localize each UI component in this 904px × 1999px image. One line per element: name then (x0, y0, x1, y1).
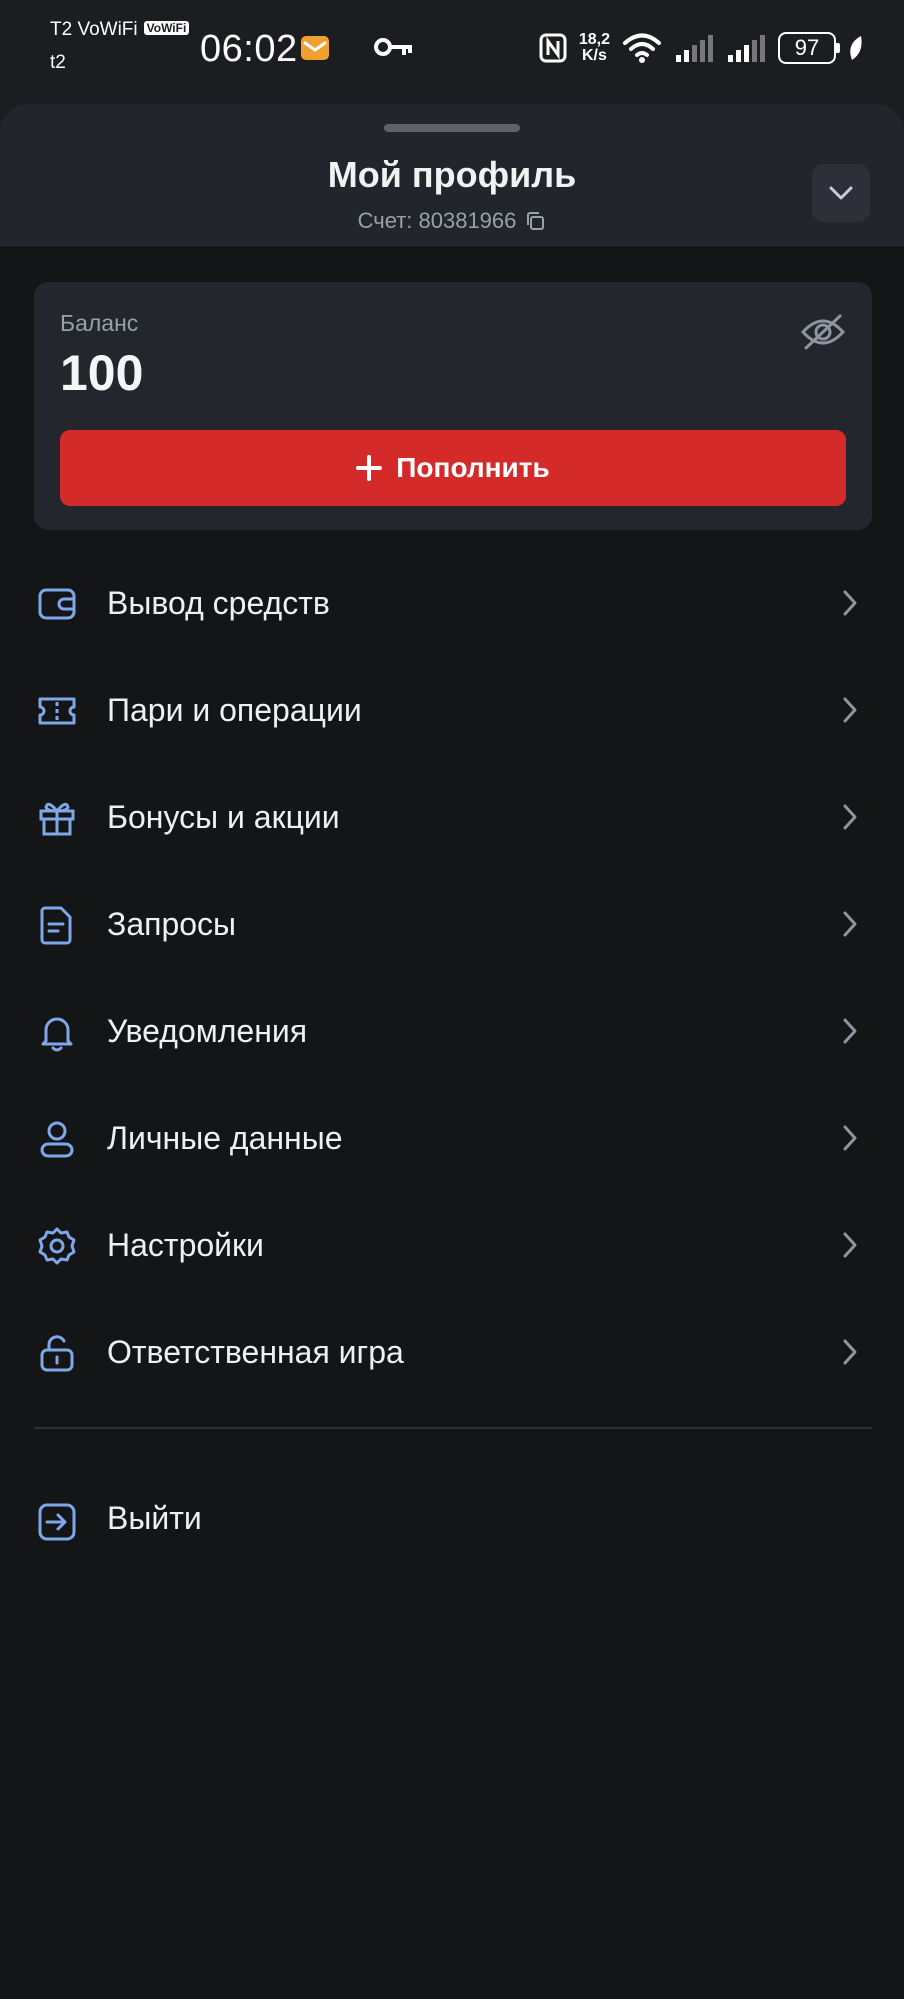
chevron-right-icon (843, 1125, 857, 1151)
menu-divider (34, 1427, 872, 1429)
clock: 06:02 (200, 28, 298, 70)
menu-item-label: Уведомления (107, 1013, 308, 1049)
chevron-down-icon (829, 186, 853, 200)
ticket-icon (38, 697, 76, 725)
topup-label: Пополнить (396, 452, 550, 483)
battery-icon: 97 (778, 32, 840, 64)
nfc-icon (539, 33, 567, 63)
gear-icon (38, 1227, 76, 1265)
wallet-icon (38, 588, 76, 620)
carrier-label: T2 VoWiFi VoWiFi (50, 19, 190, 40)
chevron-right-icon (843, 804, 857, 830)
chevron-right-icon (843, 1232, 857, 1258)
vpn-key-icon (374, 38, 412, 56)
user-icon (40, 1121, 74, 1158)
menu-item-bets[interactable]: Пари и операции (0, 657, 904, 764)
menu-item-responsible-gaming[interactable]: Ответственная игра (0, 1299, 904, 1406)
balance-label: Баланс (60, 310, 139, 336)
status-icons: 18,2 K/s 97 (539, 28, 864, 68)
network-speed-value: 18,2 (578, 31, 610, 48)
logout-label: Выйти (107, 1499, 202, 1536)
wifi-icon (623, 33, 661, 63)
chevron-right-icon (843, 1018, 857, 1044)
menu-item-label: Настройки (107, 1227, 264, 1263)
menu-item-notifications[interactable]: Уведомления (0, 978, 904, 1085)
gift-icon (39, 802, 75, 836)
logout-icon (38, 1503, 76, 1541)
hide-balance-eye-icon[interactable] (800, 312, 846, 352)
network-speed: 18,2 K/s (579, 32, 610, 64)
collapse-button[interactable] (812, 164, 870, 222)
menu-item-bonuses[interactable]: Бонусы и акции (0, 764, 904, 871)
topup-button[interactable]: Пополнить (60, 430, 846, 506)
account-label: Счет: 80381966 (357, 208, 517, 233)
menu-item-requests[interactable]: Запросы (0, 871, 904, 978)
chevron-right-icon (843, 590, 857, 616)
document-icon (40, 906, 72, 945)
menu-item-label: Пари и операции (107, 692, 362, 728)
chevron-right-icon (843, 911, 857, 937)
balance-value: 100 (60, 345, 144, 401)
copy-icon[interactable] (524, 210, 546, 232)
leaf-icon (850, 36, 862, 60)
profile-sheet: Мой профиль Счет: 80381966 Баланс 100 По… (0, 104, 904, 1999)
status-bar: T2 VoWiFi VoWiFi t2 06:02 18,2 K/s 97 (0, 0, 904, 90)
sheet-header: Мой профиль Счет: 80381966 (0, 104, 904, 246)
profile-menu: Вывод средств Пари и операции Бонусы и а… (0, 550, 904, 1406)
balance-card: Баланс 100 Пополнить (34, 282, 872, 530)
menu-item-settings[interactable]: Настройки (0, 1192, 904, 1299)
logout-button[interactable]: Выйти (0, 1468, 904, 1568)
network-speed-unit: K/s (581, 47, 607, 64)
page-title: Мой профиль (327, 154, 577, 195)
signal-icon (676, 35, 713, 62)
vowifi-badge: VoWiFi (143, 21, 190, 35)
mail-notification-icon (301, 36, 329, 60)
chevron-right-icon (843, 1339, 857, 1365)
account-number: Счет: 80381966 (0, 208, 904, 234)
signal-icon (728, 35, 765, 62)
chevron-right-icon (843, 697, 857, 723)
menu-item-label: Бонусы и акции (107, 799, 340, 835)
carrier-secondary: t2 (50, 52, 66, 73)
plus-icon (356, 455, 383, 481)
drag-handle[interactable] (384, 124, 520, 132)
menu-item-label: Вывод средств (107, 585, 330, 621)
menu-item-withdraw[interactable]: Вывод средств (0, 550, 904, 657)
menu-item-label: Запросы (107, 906, 237, 942)
unlock-icon (40, 1335, 74, 1372)
menu-item-personal-data[interactable]: Личные данные (0, 1085, 904, 1192)
bell-icon (41, 1017, 73, 1052)
carrier-name: T2 VoWiFi (50, 19, 138, 40)
menu-item-label: Личные данные (107, 1120, 343, 1156)
menu-item-label: Ответственная игра (107, 1334, 404, 1370)
